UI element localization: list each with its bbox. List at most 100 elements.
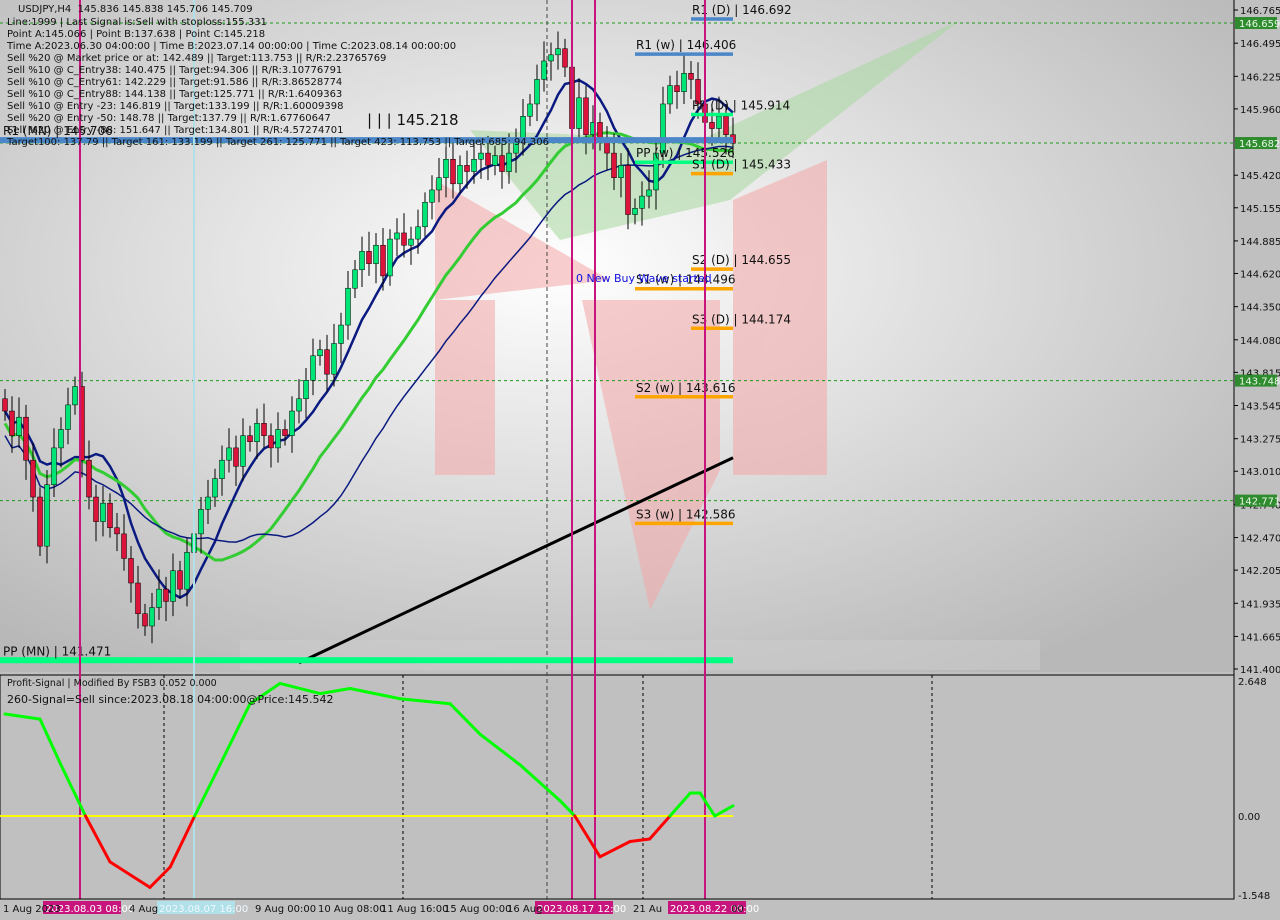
price-tick-label: 146.495 [1240,39,1280,50]
candle-body [72,386,78,406]
candle-body [471,158,477,172]
pivot-level-label: R1 (D) | 146.692 [692,3,792,17]
candle-body [555,48,561,56]
price-tick-label: 146.225 [1240,72,1280,83]
candle-body [114,527,120,535]
candle-body [107,502,113,528]
candle-body [667,85,673,105]
ohlc-values: 145.836 145.838 145.706 145.709 [77,4,253,15]
price-tick-label: 142.205 [1240,566,1280,577]
candle-body [275,429,281,449]
pivot-level-label: S2 (D) | 144.655 [692,253,791,267]
candle-body [184,552,190,590]
candle-body [380,244,386,277]
price-tick-label: 141.665 [1240,632,1280,643]
candle-body [303,380,309,400]
pivot-level-label: S2 (w) | 143.616 [636,381,736,395]
candle-body [681,73,687,92]
info-line: Target100: 137.79 || Target 161: 133.199… [7,137,549,148]
candle-body [457,165,463,185]
price-tick-label: 143.275 [1240,435,1280,446]
price-tick-label: 143.545 [1240,402,1280,413]
time-tick-label: 9 Aug 00:00 [255,904,316,915]
candle-body [121,533,127,559]
candle-body [674,85,680,92]
info-line: Line:1999 | Last Signal is:Sell with sto… [7,17,267,28]
candle-body [625,165,631,215]
price-axis: 146.765 146.495 146.225 145.960 145.420 145.1… [1234,6,1280,676]
price-tag-label: 145.682 [1239,139,1280,150]
candle-body [611,152,617,178]
candle-body [156,588,162,608]
price-tick-label: 144.080 [1240,336,1280,347]
pivot-level-label: S1 (D) | 145.433 [692,158,791,172]
symbol-header: USDJPY,H4 145.836 145.838 145.706 145.70… [18,4,253,16]
candle-body [261,423,267,436]
candle-body [688,73,694,80]
candle-body [387,238,393,277]
candle-body [499,155,505,172]
time-tick-label: 10 Aug 08:00 [318,904,385,915]
indicator-tick-label: 0.00 [1238,812,1260,823]
time-label: 2023.08.22 08:00 [670,904,759,915]
price-tag-label: 143.748 [1239,377,1280,388]
wave-label: 0 New Buy Wave started [576,272,712,285]
time-tick-label: 1 Aug 2023 [3,904,61,915]
candle-body [464,165,470,172]
candle-body [373,244,379,264]
candle-body [247,435,253,443]
time-tick-label: 4 Aug [129,904,158,915]
candle-body [492,155,498,166]
time-tick-label: 11 Aug 16:00 [381,904,448,915]
candle-body [128,558,134,584]
price-tag-label: 146.659 [1239,19,1280,30]
candle-body [268,435,274,449]
price-tick-label: 141.935 [1240,599,1280,610]
candle-body [632,208,638,215]
candle-body [436,177,442,191]
candle-body [65,404,71,430]
point-c-label: | | | 145.218 [367,111,459,129]
candle-body [23,416,29,461]
candle-body [170,570,176,602]
candle-body [177,570,183,590]
info-line: Sell %20 @ Market price or at: 142.489 |… [7,53,387,64]
candle-body [618,165,624,178]
candle-body [58,429,64,449]
info-line: Sell %20 @ Entry -88: 151.647 || Target:… [7,125,344,136]
time-label: 2023.08.07 16:00 [159,904,248,915]
candle-body [723,116,729,135]
candle-body [646,189,652,197]
indicator-tick-label: 2.648 [1238,677,1267,688]
candle-body [9,410,15,436]
info-line: Sell %10 @ C_Entry88: 144.138 || Target:… [7,89,343,100]
candle-body [226,447,232,461]
pivot-level-label: PP (MN) | 141.471 [3,644,111,658]
candle-body [16,416,22,436]
info-line: Sell %10 @ C_Entry61: 142.229 || Target:… [7,77,343,88]
candle-body [527,103,533,117]
candle-body [212,478,218,498]
price-tick-label: 142.470 [1240,534,1280,545]
candle-body [429,189,435,203]
candle-body [219,459,225,479]
candle-body [254,423,260,443]
price-tick-label: 144.620 [1240,269,1280,280]
candle-body [576,97,582,129]
candle-body [51,447,57,486]
price-tick-label: 145.960 [1240,105,1280,116]
candle-body [30,459,36,498]
candle-body [583,97,589,135]
candle-body [100,502,106,522]
pivot-level-label: S3 (D) | 144.174 [692,312,791,326]
candle-body [450,158,456,185]
time-tick-label: 00 [731,904,744,915]
indicator-pane [0,674,1235,900]
candle [37,487,43,556]
candle-body [359,251,365,271]
indicator-signal: 260-Signal=Sell since:2023.08.18 04:00:0… [7,693,334,706]
candle-body [401,232,407,246]
info-line: Time A:2023.06.30 04:00:00 | Time B:2023… [7,41,457,52]
candle-body [324,349,330,375]
info-line: Sell %10 @ C_Entry38: 140.475 || Target:… [7,65,343,76]
